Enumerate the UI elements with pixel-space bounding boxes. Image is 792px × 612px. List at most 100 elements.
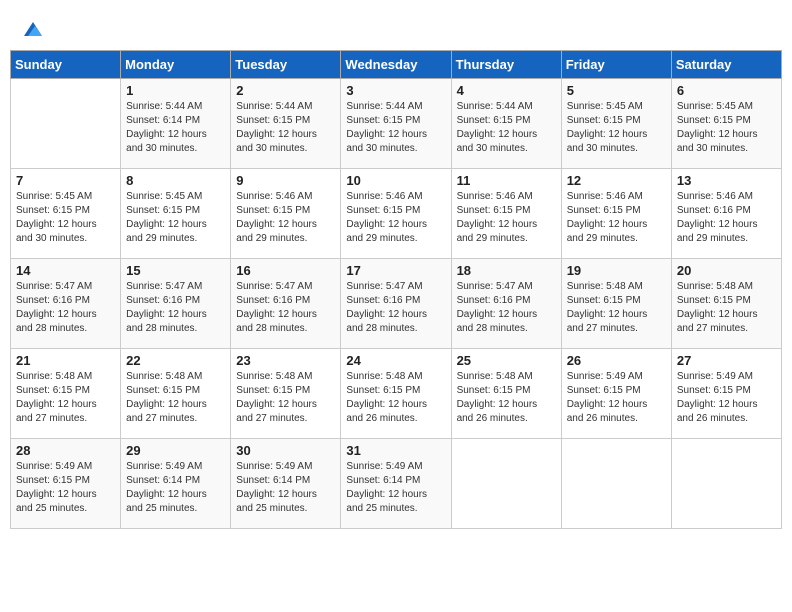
- cell-info: Sunrise: 5:44 AM Sunset: 6:14 PM Dayligh…: [126, 100, 225, 156]
- day-number: 9: [236, 173, 335, 188]
- calendar-cell: 20 Sunrise: 5:48 AM Sunset: 6:15 PM Dayli…: [671, 259, 781, 349]
- cell-info: Sunrise: 5:46 AM Sunset: 6:15 PM Dayligh…: [236, 190, 335, 246]
- day-number: 1: [126, 83, 225, 98]
- day-header-sunday: Sunday: [11, 51, 121, 79]
- day-number: 17: [346, 263, 445, 278]
- calendar-cell: 2 Sunrise: 5:44 AM Sunset: 6:15 PM Daylig…: [231, 79, 341, 169]
- calendar-cell: 4 Sunrise: 5:44 AM Sunset: 6:15 PM Daylig…: [451, 79, 561, 169]
- logo: [20, 18, 44, 40]
- calendar-cell: 3 Sunrise: 5:44 AM Sunset: 6:15 PM Daylig…: [341, 79, 451, 169]
- cell-info: Sunrise: 5:48 AM Sunset: 6:15 PM Dayligh…: [16, 370, 115, 426]
- day-number: 19: [567, 263, 666, 278]
- day-number: 8: [126, 173, 225, 188]
- cell-info: Sunrise: 5:45 AM Sunset: 6:15 PM Dayligh…: [677, 100, 776, 156]
- cell-info: Sunrise: 5:49 AM Sunset: 6:15 PM Dayligh…: [677, 370, 776, 426]
- day-header-monday: Monday: [121, 51, 231, 79]
- day-number: 18: [457, 263, 556, 278]
- day-number: 26: [567, 353, 666, 368]
- cell-info: Sunrise: 5:46 AM Sunset: 6:15 PM Dayligh…: [457, 190, 556, 246]
- day-number: 14: [16, 263, 115, 278]
- calendar-cell: 18 Sunrise: 5:47 AM Sunset: 6:16 PM Dayli…: [451, 259, 561, 349]
- cell-info: Sunrise: 5:48 AM Sunset: 6:15 PM Dayligh…: [346, 370, 445, 426]
- calendar-cell: 19Sunrise: 5:48 AM Sunset: 6:15 PM Dayli…: [561, 259, 671, 349]
- calendar-cell: 13 Sunrise: 5:46 AM Sunset: 6:16 PM Dayli…: [671, 169, 781, 259]
- calendar-cell: 23 Sunrise: 5:48 AM Sunset: 6:15 PM Dayli…: [231, 349, 341, 439]
- cell-info: Sunrise: 5:46 AM Sunset: 6:15 PM Dayligh…: [346, 190, 445, 246]
- day-number: 23: [236, 353, 335, 368]
- day-number: 28: [16, 443, 115, 458]
- calendar-cell: 8 Sunrise: 5:45 AM Sunset: 6:15 PM Daylig…: [121, 169, 231, 259]
- cell-info: Sunrise: 5:45 AM Sunset: 6:15 PM Dayligh…: [126, 190, 225, 246]
- day-number: 6: [677, 83, 776, 98]
- calendar-cell: 24 Sunrise: 5:48 AM Sunset: 6:15 PM Dayli…: [341, 349, 451, 439]
- cell-info: Sunrise: 5:44 AM Sunset: 6:15 PM Dayligh…: [236, 100, 335, 156]
- day-number: 27: [677, 353, 776, 368]
- cell-info: Sunrise: 5:47 AM Sunset: 6:16 PM Dayligh…: [457, 280, 556, 336]
- day-number: 4: [457, 83, 556, 98]
- calendar-cell: 1 Sunrise: 5:44 AM Sunset: 6:14 PM Daylig…: [121, 79, 231, 169]
- day-number: 25: [457, 353, 556, 368]
- calendar-cell: 28 Sunrise: 5:49 AM Sunset: 6:15 PM Dayli…: [11, 439, 121, 529]
- calendar-cell: 25Sunrise: 5:48 AM Sunset: 6:15 PM Dayli…: [451, 349, 561, 439]
- calendar-cell: 31 Sunrise: 5:49 AM Sunset: 6:14 PM Dayli…: [341, 439, 451, 529]
- calendar-cell: [671, 439, 781, 529]
- cell-info: Sunrise: 5:49 AM Sunset: 6:15 PM Dayligh…: [567, 370, 666, 426]
- calendar-cell: [561, 439, 671, 529]
- calendar-cell: 17 Sunrise: 5:47 AM Sunset: 6:16 PM Dayli…: [341, 259, 451, 349]
- calendar-cell: 5Sunrise: 5:45 AM Sunset: 6:15 PM Daylig…: [561, 79, 671, 169]
- day-number: 2: [236, 83, 335, 98]
- calendar-cell: 30 Sunrise: 5:49 AM Sunset: 6:14 PM Dayli…: [231, 439, 341, 529]
- calendar-cell: 29 Sunrise: 5:49 AM Sunset: 6:14 PM Dayli…: [121, 439, 231, 529]
- logo-icon: [22, 18, 44, 40]
- cell-info: Sunrise: 5:49 AM Sunset: 6:15 PM Dayligh…: [16, 460, 115, 516]
- cell-info: Sunrise: 5:47 AM Sunset: 6:16 PM Dayligh…: [346, 280, 445, 336]
- page-header: [10, 10, 782, 44]
- cell-info: Sunrise: 5:45 AM Sunset: 6:15 PM Dayligh…: [16, 190, 115, 246]
- calendar-cell: 14 Sunrise: 5:47 AM Sunset: 6:16 PM Dayli…: [11, 259, 121, 349]
- calendar-cell: 27 Sunrise: 5:49 AM Sunset: 6:15 PM Dayli…: [671, 349, 781, 439]
- calendar-cell: 11 Sunrise: 5:46 AM Sunset: 6:15 PM Dayli…: [451, 169, 561, 259]
- calendar-cell: 15 Sunrise: 5:47 AM Sunset: 6:16 PM Dayli…: [121, 259, 231, 349]
- day-number: 29: [126, 443, 225, 458]
- day-header-tuesday: Tuesday: [231, 51, 341, 79]
- calendar-cell: [451, 439, 561, 529]
- day-number: 3: [346, 83, 445, 98]
- cell-info: Sunrise: 5:49 AM Sunset: 6:14 PM Dayligh…: [346, 460, 445, 516]
- cell-info: Sunrise: 5:49 AM Sunset: 6:14 PM Dayligh…: [126, 460, 225, 516]
- cell-info: Sunrise: 5:48 AM Sunset: 6:15 PM Dayligh…: [236, 370, 335, 426]
- calendar-cell: 10 Sunrise: 5:46 AM Sunset: 6:15 PM Dayli…: [341, 169, 451, 259]
- day-header-friday: Friday: [561, 51, 671, 79]
- day-number: 5: [567, 83, 666, 98]
- day-number: 30: [236, 443, 335, 458]
- calendar-table: SundayMondayTuesdayWednesdayThursdayFrid…: [10, 50, 782, 529]
- calendar-cell: [11, 79, 121, 169]
- cell-info: Sunrise: 5:48 AM Sunset: 6:15 PM Dayligh…: [126, 370, 225, 426]
- day-number: 31: [346, 443, 445, 458]
- calendar-cell: 6 Sunrise: 5:45 AM Sunset: 6:15 PM Daylig…: [671, 79, 781, 169]
- day-number: 13: [677, 173, 776, 188]
- cell-info: Sunrise: 5:44 AM Sunset: 6:15 PM Dayligh…: [346, 100, 445, 156]
- day-number: 22: [126, 353, 225, 368]
- day-header-thursday: Thursday: [451, 51, 561, 79]
- cell-info: Sunrise: 5:44 AM Sunset: 6:15 PM Dayligh…: [457, 100, 556, 156]
- day-number: 10: [346, 173, 445, 188]
- cell-info: Sunrise: 5:47 AM Sunset: 6:16 PM Dayligh…: [126, 280, 225, 336]
- day-number: 20: [677, 263, 776, 278]
- cell-info: Sunrise: 5:48 AM Sunset: 6:15 PM Dayligh…: [677, 280, 776, 336]
- cell-info: Sunrise: 5:47 AM Sunset: 6:16 PM Dayligh…: [16, 280, 115, 336]
- cell-info: Sunrise: 5:47 AM Sunset: 6:16 PM Dayligh…: [236, 280, 335, 336]
- day-number: 24: [346, 353, 445, 368]
- calendar-cell: 16Sunrise: 5:47 AM Sunset: 6:16 PM Dayli…: [231, 259, 341, 349]
- calendar-cell: 12Sunrise: 5:46 AM Sunset: 6:15 PM Dayli…: [561, 169, 671, 259]
- day-number: 7: [16, 173, 115, 188]
- calendar-cell: 22 Sunrise: 5:48 AM Sunset: 6:15 PM Dayli…: [121, 349, 231, 439]
- calendar-cell: 21Sunrise: 5:48 AM Sunset: 6:15 PM Dayli…: [11, 349, 121, 439]
- day-number: 12: [567, 173, 666, 188]
- day-number: 11: [457, 173, 556, 188]
- calendar-cell: 26 Sunrise: 5:49 AM Sunset: 6:15 PM Dayli…: [561, 349, 671, 439]
- cell-info: Sunrise: 5:49 AM Sunset: 6:14 PM Dayligh…: [236, 460, 335, 516]
- calendar-cell: 9 Sunrise: 5:46 AM Sunset: 6:15 PM Daylig…: [231, 169, 341, 259]
- cell-info: Sunrise: 5:46 AM Sunset: 6:16 PM Dayligh…: [677, 190, 776, 246]
- calendar-cell: 7 Sunrise: 5:45 AM Sunset: 6:15 PM Daylig…: [11, 169, 121, 259]
- day-number: 15: [126, 263, 225, 278]
